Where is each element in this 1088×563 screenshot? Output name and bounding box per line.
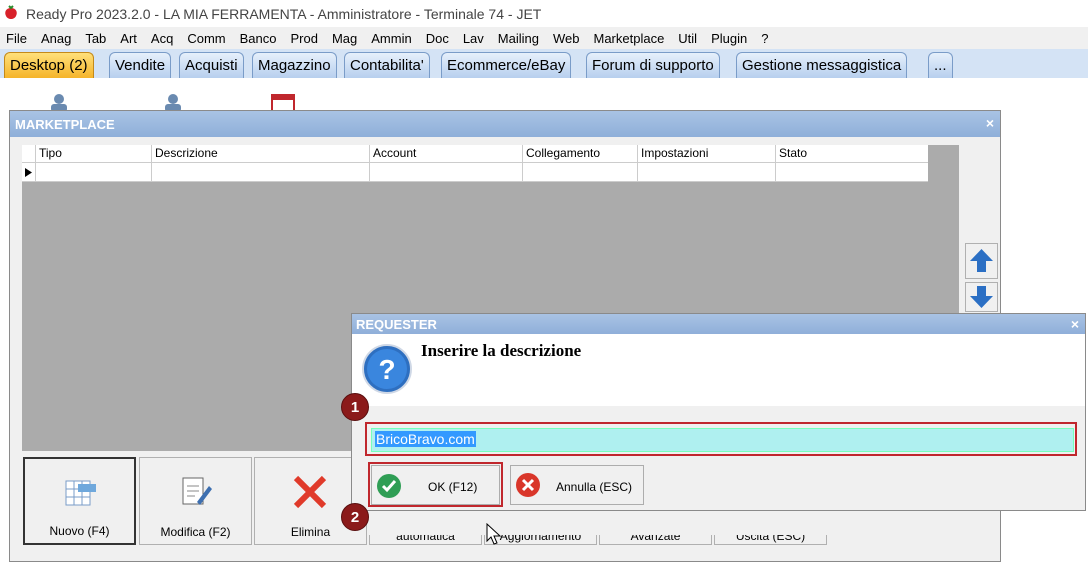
menu-item[interactable]: ? bbox=[761, 31, 768, 46]
delete-icon bbox=[293, 475, 327, 509]
window-title-bar: Ready Pro 2023.2.0 - LA MIA FERRAMENTA -… bbox=[0, 0, 1088, 27]
user-icon[interactable] bbox=[46, 92, 72, 112]
calendar-icon[interactable] bbox=[270, 92, 296, 112]
table-row[interactable] bbox=[22, 163, 928, 182]
edit-icon bbox=[182, 477, 212, 505]
module-tab[interactable]: Desktop (2) bbox=[4, 52, 94, 78]
table-cell[interactable] bbox=[151, 163, 369, 182]
menu-item[interactable]: Art bbox=[120, 31, 137, 46]
callout-badge: 2 bbox=[341, 503, 369, 531]
description-input[interactable]: BricoBravo.com bbox=[371, 428, 1074, 452]
window-title: Ready Pro 2023.2.0 - LA MIA FERRAMENTA -… bbox=[26, 5, 542, 22]
edit-button-label: Modifica (F2) bbox=[160, 525, 231, 539]
question-icon: ? bbox=[362, 344, 412, 394]
menu-bar: File Anag Tab Art Acq Comm Banco Prod Mag Ammin Do… bbox=[0, 27, 1088, 49]
menu-item[interactable]: Comm bbox=[187, 31, 225, 46]
menu-item[interactable]: Lav bbox=[463, 31, 484, 46]
requester-title-bar: REQUESTER × bbox=[352, 314, 1085, 334]
ok-button-label: OK (F12) bbox=[428, 480, 478, 494]
cancel-button-label: Annulla (ESC) bbox=[556, 480, 633, 494]
table-cell[interactable] bbox=[522, 163, 637, 182]
automatic-button[interactable]: automatica bbox=[369, 535, 482, 545]
menu-item[interactable]: Util bbox=[678, 31, 697, 46]
exit-button[interactable]: Uscita (ESC) bbox=[714, 535, 827, 545]
module-tab[interactable]: Forum di supporto bbox=[586, 52, 720, 78]
module-tab[interactable]: Contabilita' bbox=[344, 52, 430, 78]
module-tab[interactable]: Gestione messaggistica bbox=[736, 52, 908, 78]
cancel-icon bbox=[516, 473, 540, 497]
new-button[interactable]: Nuovo (F4) bbox=[23, 457, 136, 545]
app-logo-icon bbox=[5, 5, 17, 19]
menu-item[interactable]: Tab bbox=[85, 31, 106, 46]
module-tab[interactable]: Ecommerce/eBay bbox=[441, 52, 572, 78]
edit-button[interactable]: Modifica (F2) bbox=[139, 457, 252, 545]
column-header[interactable]: Impostazioni bbox=[637, 145, 775, 163]
column-header[interactable]: Stato bbox=[775, 145, 928, 163]
users-icon[interactable] bbox=[160, 92, 186, 112]
requester-title: REQUESTER bbox=[356, 317, 437, 332]
checkmark-icon bbox=[377, 474, 401, 498]
cancel-button[interactable]: Annulla (ESC) bbox=[510, 465, 644, 505]
grid-header: Tipo Descrizione Account Collegamento Im… bbox=[22, 145, 928, 163]
column-header[interactable]: Account bbox=[369, 145, 522, 163]
column-header[interactable]: Tipo bbox=[35, 145, 151, 163]
menu-item[interactable]: File bbox=[6, 31, 27, 46]
move-down-button[interactable] bbox=[965, 282, 998, 312]
menu-item[interactable]: Prod bbox=[290, 31, 317, 46]
module-tab[interactable]: Acquisti bbox=[179, 52, 244, 78]
column-header[interactable]: Descrizione bbox=[151, 145, 369, 163]
menu-item[interactable]: Marketplace bbox=[593, 31, 664, 46]
advanced-button[interactable]: Avanzate bbox=[599, 535, 712, 545]
menu-item[interactable]: Web bbox=[553, 31, 580, 46]
table-cell[interactable] bbox=[775, 163, 928, 182]
table-cell[interactable] bbox=[35, 163, 151, 182]
requester-message-area: ? Inserire la descrizione bbox=[352, 334, 1085, 406]
module-tab[interactable]: Vendite bbox=[109, 52, 172, 78]
mouse-cursor-icon bbox=[486, 523, 502, 545]
requester-prompt: Inserire la descrizione bbox=[421, 341, 582, 360]
table-cell[interactable] bbox=[637, 163, 775, 182]
menu-item[interactable]: Ammin bbox=[371, 31, 411, 46]
menu-item[interactable]: Banco bbox=[240, 31, 277, 46]
row-pointer-icon bbox=[25, 168, 32, 177]
requester-close-button[interactable]: × bbox=[1071, 316, 1079, 332]
module-tab-bar: Desktop (2) Vendite Acquisti Magazzino Conta… bbox=[0, 49, 1088, 78]
menu-item[interactable]: Mailing bbox=[498, 31, 539, 46]
module-tab[interactable]: ... bbox=[928, 52, 953, 78]
menu-item[interactable]: Plugin bbox=[711, 31, 747, 46]
requester-dialog: REQUESTER × ? Inserire la descrizione Br… bbox=[351, 313, 1086, 511]
menu-item[interactable]: Doc bbox=[426, 31, 449, 46]
new-record-icon bbox=[65, 480, 96, 506]
callout-badge: 1 bbox=[341, 393, 369, 421]
ok-button[interactable]: OK (F12) bbox=[371, 465, 500, 505]
arrow-up-icon bbox=[970, 249, 993, 272]
column-header[interactable]: Collegamento bbox=[522, 145, 637, 163]
marketplace-title-bar: MARKETPLACE × bbox=[10, 111, 1000, 137]
new-button-label: Nuovo (F4) bbox=[49, 524, 110, 538]
menu-item[interactable]: Acq bbox=[151, 31, 173, 46]
svg-text:?: ? bbox=[378, 354, 395, 385]
move-up-button[interactable] bbox=[965, 243, 998, 279]
description-input-value: BricoBravo.com bbox=[375, 431, 476, 447]
module-tab[interactable]: Magazzino bbox=[252, 52, 337, 78]
arrow-down-icon bbox=[970, 286, 993, 308]
marketplace-title: MARKETPLACE bbox=[15, 117, 115, 132]
menu-item[interactable]: Anag bbox=[41, 31, 71, 46]
table-cell[interactable] bbox=[369, 163, 522, 182]
marketplace-close-button[interactable]: × bbox=[986, 115, 994, 131]
menu-item[interactable]: Mag bbox=[332, 31, 357, 46]
